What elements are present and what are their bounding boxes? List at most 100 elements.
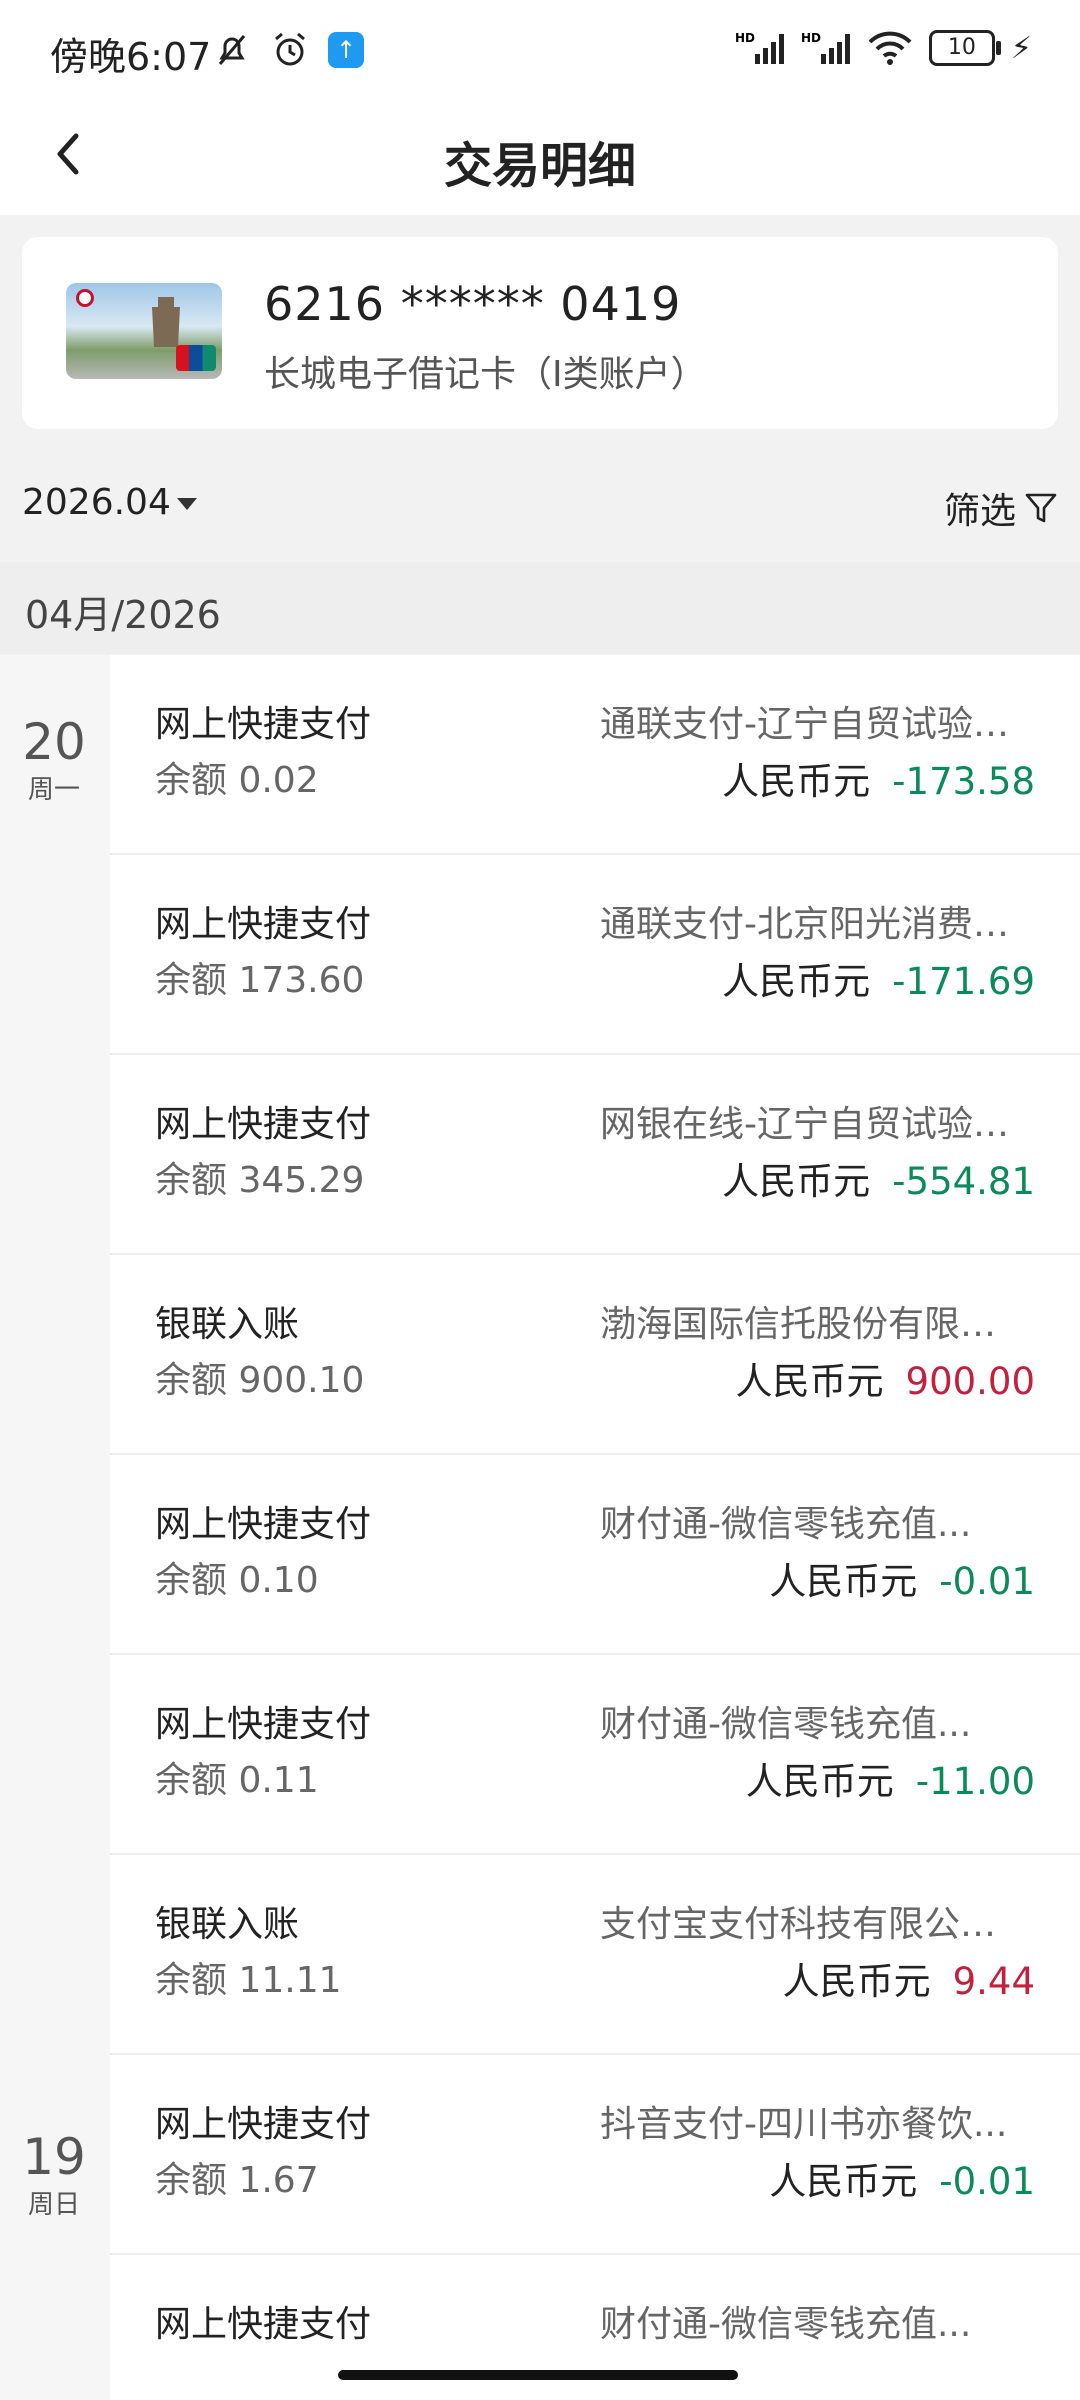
transaction-merchant: 通联支付-辽宁自贸试验区... bbox=[600, 704, 1030, 745]
transaction-amount-line bbox=[1013, 2351, 1035, 2394]
date-weekday: 周日 bbox=[27, 2190, 80, 2220]
transaction-row[interactable]: 网上快捷支付 余额 0.11 财付通-微信零钱充值... 人民币元 -11.00 bbox=[110, 1655, 1080, 1855]
transaction-merchant: 抖音支付-四川书亦餐饮... bbox=[600, 2104, 1008, 2145]
charging-icon: ⚡ bbox=[1010, 30, 1032, 66]
transaction-amount-line: 人民币元 -11.00 bbox=[746, 1751, 1035, 1805]
transaction-currency: 人民币元 bbox=[722, 960, 871, 1003]
transaction-merchant: 财付通-微信零钱充值... bbox=[600, 1704, 972, 1745]
transaction-row[interactable]: 网上快捷支付 余额 0.02 通联支付-辽宁自贸试验区... 人民币元 -173.… bbox=[110, 655, 1080, 855]
transaction-currency: 人民币元 bbox=[769, 2160, 918, 2203]
home-indicator[interactable] bbox=[338, 2370, 738, 2380]
transaction-type: 网上快捷支付 bbox=[155, 1704, 372, 1745]
transaction-type: 网上快捷支付 bbox=[155, 704, 372, 745]
month-selector[interactable]: 2026.04 bbox=[22, 482, 197, 523]
transaction-list: 20 周一 19 周日 网上快捷支付 余额 0.02 通联支付-辽宁自贸试验区.… bbox=[0, 655, 1080, 2400]
transaction-row[interactable]: 银联入账 余额 900.10 渤海国际信托股份有限公司... 人民币元 900.0… bbox=[110, 1255, 1080, 1455]
transaction-merchant: 财付通-微信零钱充值... bbox=[600, 1504, 972, 1545]
bank-card[interactable]: 6216 ****** 0419 长城电子借记卡（I类账户） bbox=[22, 237, 1058, 429]
transaction-amount: 9.44 bbox=[952, 1960, 1035, 2003]
transaction-amount: -0.01 bbox=[939, 2160, 1035, 2203]
transaction-amount-line: 人民币元 -171.69 bbox=[722, 951, 1035, 1005]
svg-text:HD: HD bbox=[735, 31, 755, 45]
status-right-icons: HD HD 10 ⚡ bbox=[735, 30, 1032, 66]
unionpay-logo-icon bbox=[176, 345, 216, 371]
bank-logo-icon bbox=[76, 289, 94, 307]
transaction-amount-line: 人民币元 900.00 bbox=[736, 1351, 1035, 1405]
date-label: 20 周一 bbox=[0, 713, 108, 806]
date-day: 20 bbox=[22, 713, 86, 771]
transaction-amount-line: 人民币元 9.44 bbox=[783, 1951, 1035, 2005]
transaction-merchant: 网银在线-辽宁自贸试验区... bbox=[600, 1104, 1030, 1145]
date-label: 19 周日 bbox=[0, 2128, 108, 2221]
great-wall-image bbox=[152, 297, 180, 347]
transaction-type: 网上快捷支付 bbox=[155, 2304, 372, 2345]
transaction-row[interactable]: 银联入账 余额 11.11 支付宝支付科技有限公司... 人民币元 9.44 bbox=[110, 1855, 1080, 2055]
month-section-header: 04月/2026 bbox=[0, 562, 1080, 654]
transaction-amount-line: 人民币元 -0.01 bbox=[769, 1551, 1035, 1605]
transaction-row[interactable]: 网上快捷支付 余额 345.29 网银在线-辽宁自贸试验区... 人民币元 -55… bbox=[110, 1055, 1080, 1255]
screen: 傍晚6:07 ↑ HD HD 10 ⚡ 交易明细 6216 ****** 041… bbox=[0, 0, 1080, 2400]
page-title: 交易明细 bbox=[443, 138, 636, 194]
transaction-balance: 余额 0.11 bbox=[155, 1760, 319, 1801]
transaction-balance: 余额 173.60 bbox=[155, 960, 365, 1001]
transaction-balance: 余额 1.67 bbox=[155, 2160, 319, 2201]
date-day: 19 bbox=[22, 2128, 86, 2186]
transaction-balance: 余额 345.29 bbox=[155, 1160, 365, 1201]
transaction-type: 网上快捷支付 bbox=[155, 904, 372, 945]
transaction-currency: 人民币元 bbox=[722, 760, 871, 803]
svg-text:HD: HD bbox=[801, 31, 821, 45]
transaction-amount: -171.69 bbox=[892, 960, 1035, 1003]
signal-hd-icon: HD bbox=[735, 31, 784, 64]
transaction-row[interactable]: 网上快捷支付 余额 0.10 财付通-微信零钱充值... 人民币元 -0.01 bbox=[110, 1455, 1080, 1655]
transaction-type: 网上快捷支付 bbox=[155, 1504, 372, 1545]
transaction-amount: -173.58 bbox=[892, 760, 1035, 803]
status-left-icons: ↑ bbox=[212, 30, 364, 70]
transaction-row[interactable]: 网上快捷支付 余额 1.67 抖音支付-四川书亦餐饮... 人民币元 -0.01 bbox=[110, 2055, 1080, 2255]
page-header: 交易明细 bbox=[0, 100, 1080, 215]
transaction-balance: 余额 11.11 bbox=[155, 1960, 342, 2001]
transaction-amount: -0.01 bbox=[939, 1560, 1035, 1603]
upload-icon: ↑ bbox=[328, 32, 364, 68]
transaction-amount: -11.00 bbox=[915, 1760, 1035, 1803]
transaction-amount: -554.81 bbox=[892, 1160, 1035, 1203]
transaction-amount-line: 人民币元 -554.81 bbox=[722, 1151, 1035, 1205]
transaction-merchant: 财付通-微信零钱充值... bbox=[600, 2304, 972, 2345]
transaction-merchant: 支付宝支付科技有限公司... bbox=[600, 1904, 1030, 1945]
status-time: 傍晚6:07 bbox=[50, 35, 212, 79]
transaction-type: 银联入账 bbox=[155, 1304, 300, 1345]
transaction-amount-line: 人民币元 -173.58 bbox=[722, 751, 1035, 805]
alarm-icon bbox=[275, 32, 305, 66]
signal-hd-icon: HD bbox=[801, 31, 850, 64]
card-type: 长城电子借记卡（I类账户） bbox=[264, 354, 707, 395]
transaction-currency: 人民币元 bbox=[745, 1760, 894, 1803]
wifi-icon bbox=[868, 31, 912, 65]
transaction-balance: 余额 0.10 bbox=[155, 1560, 319, 1601]
transaction-balance: 余额 900.10 bbox=[155, 1360, 365, 1401]
filter-button[interactable]: 筛选 bbox=[944, 482, 1058, 534]
status-bar: 傍晚6:07 ↑ HD HD 10 ⚡ bbox=[0, 0, 1080, 100]
mute-bell-icon bbox=[218, 35, 246, 65]
caret-down-icon bbox=[176, 498, 197, 510]
filter-bar: 2026.04 筛选 bbox=[0, 462, 1080, 562]
transaction-merchant: 通联支付-北京阳光消费金... bbox=[600, 904, 1030, 945]
transaction-type: 银联入账 bbox=[155, 1904, 300, 1945]
transaction-balance: 余额 0.02 bbox=[155, 760, 319, 801]
battery-icon: 10 bbox=[928, 30, 1001, 66]
filter-label: 筛选 bbox=[943, 491, 1016, 532]
funnel-icon bbox=[1025, 493, 1057, 523]
card-number: 6216 ****** 0419 bbox=[264, 277, 682, 331]
transaction-type: 网上快捷支付 bbox=[155, 2104, 372, 2145]
card-image bbox=[66, 283, 222, 379]
transaction-row[interactable]: 网上快捷支付 余额 173.60 通联支付-北京阳光消费金... 人民币元 -17… bbox=[110, 855, 1080, 1055]
transaction-currency: 人民币元 bbox=[782, 1960, 931, 2003]
transaction-currency: 人民币元 bbox=[722, 1160, 871, 1203]
transaction-type: 网上快捷支付 bbox=[155, 1104, 372, 1145]
transaction-amount-line: 人民币元 -0.01 bbox=[769, 2151, 1035, 2205]
date-weekday: 周一 bbox=[27, 775, 80, 805]
month-section-label: 04月/2026 bbox=[25, 593, 221, 637]
transaction-amount: 900.00 bbox=[905, 1360, 1035, 1403]
transaction-currency: 人民币元 bbox=[735, 1360, 884, 1403]
month-value: 2026.04 bbox=[22, 482, 171, 523]
transaction-currency: 人民币元 bbox=[769, 1560, 918, 1603]
transaction-merchant: 渤海国际信托股份有限公司... bbox=[600, 1304, 1030, 1345]
